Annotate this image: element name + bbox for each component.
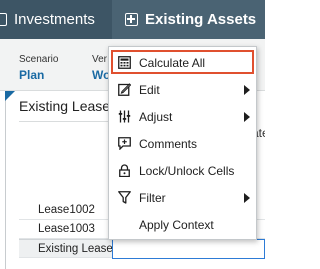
nav-tab-investments-label: Investments	[14, 11, 95, 28]
comment-icon	[118, 137, 131, 150]
highlight-annotation-box	[111, 50, 254, 74]
menu-item-lock-unlock-cells[interactable]: Lock/Unlock Cells	[109, 157, 256, 184]
lock-icon	[119, 164, 130, 177]
filter-icon	[118, 191, 131, 204]
form-title-divider	[19, 121, 119, 122]
nav-tab-existing-assets[interactable]: Existing Assets	[125, 0, 256, 39]
selected-data-cell[interactable]	[112, 239, 265, 259]
scenario-value[interactable]: Plan	[19, 68, 44, 82]
nav-tab-existing-assets-label: Existing Assets	[145, 11, 257, 28]
menu-item-adjust[interactable]: Adjust	[109, 103, 256, 130]
menu-item-label: Lock/Unlock Cells	[139, 163, 235, 178]
adjust-sliders-icon	[118, 110, 131, 123]
investments-icon	[0, 13, 7, 26]
row-label: Lease1002	[38, 204, 95, 216]
menu-item-label: Edit	[139, 82, 160, 97]
form-corner-marker	[5, 91, 15, 101]
menu-item-filter[interactable]: Filter	[109, 184, 256, 211]
submenu-arrow-icon	[244, 111, 250, 122]
context-menu: Calculate All Edit Adjust Comments Lock/…	[108, 46, 257, 240]
add-box-icon	[125, 13, 138, 26]
menu-item-label: Apply Context	[139, 217, 214, 232]
form-title: Existing Lease	[19, 98, 111, 114]
menu-item-label: Filter	[139, 190, 166, 205]
menu-item-label: Comments	[139, 136, 198, 151]
menu-item-comments[interactable]: Comments	[109, 130, 256, 157]
row-label: Existing Lease	[38, 243, 113, 255]
edit-icon	[118, 83, 131, 96]
row-label: Lease1003	[38, 223, 95, 235]
app-root: Investments Existing Assets Scenario Pla…	[0, 0, 265, 269]
submenu-arrow-icon	[244, 192, 250, 203]
scenario-label: Scenario	[19, 54, 59, 65]
nav-tab-investments[interactable]: Investments	[0, 0, 95, 39]
menu-item-label: Adjust	[139, 109, 173, 124]
top-nav-bar: Investments Existing Assets	[0, 0, 265, 39]
submenu-arrow-icon	[244, 84, 250, 95]
version-label: Ver	[92, 54, 108, 65]
menu-item-edit[interactable]: Edit	[109, 76, 256, 103]
menu-item-apply-context[interactable]: Apply Context	[109, 211, 256, 238]
